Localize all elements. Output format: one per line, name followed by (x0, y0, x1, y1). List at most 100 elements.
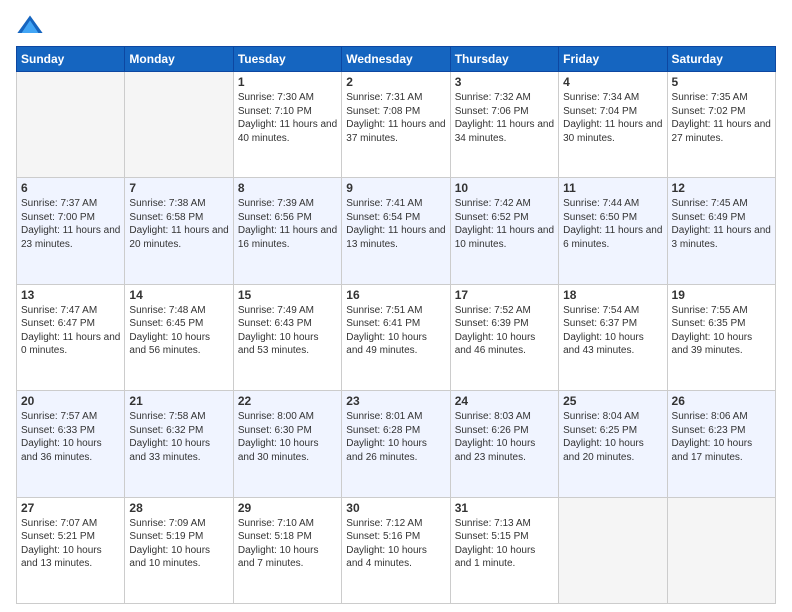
day-number: 2 (346, 75, 445, 89)
cell-text: Sunrise: 7:38 AM Sunset: 6:58 PM Dayligh… (129, 197, 228, 251)
calendar-cell: 11 Sunrise: 7:44 AM Sunset: 6:50 PM Dayli… (559, 178, 667, 284)
col-header-friday: Friday (559, 47, 667, 72)
day-number: 12 (672, 181, 771, 195)
calendar-cell: 3 Sunrise: 7:32 AM Sunset: 7:06 PM Daylig… (450, 72, 558, 178)
header (16, 12, 776, 40)
cell-text: Sunrise: 7:10 AM Sunset: 5:18 PM Dayligh… (238, 517, 337, 571)
calendar-cell: 28 Sunrise: 7:09 AM Sunset: 5:19 PM Dayli… (125, 497, 233, 603)
day-number: 25 (563, 394, 662, 408)
cell-text: Sunrise: 7:31 AM Sunset: 7:08 PM Dayligh… (346, 91, 445, 145)
col-header-tuesday: Tuesday (233, 47, 341, 72)
calendar-cell: 8Sunrise: 7:39 AM Sunset: 6:56 PM Daylig… (233, 178, 341, 284)
day-number: 18 (563, 288, 662, 302)
day-number: 7 (129, 181, 228, 195)
calendar-cell: 31 Sunrise: 7:13 AM Sunset: 5:15 PM Dayli… (450, 497, 558, 603)
cell-text: Sunrise: 7:32 AM Sunset: 7:06 PM Dayligh… (455, 91, 554, 145)
day-number: 9 (346, 181, 445, 195)
col-header-thursday: Thursday (450, 47, 558, 72)
calendar-cell: 12 Sunrise: 7:45 AM Sunset: 6:49 PM Dayli… (667, 178, 775, 284)
logo-icon (16, 12, 44, 40)
cell-text: Sunrise: 7:44 AM Sunset: 6:50 PM Dayligh… (563, 197, 662, 251)
calendar-cell: 22 Sunrise: 8:00 AM Sunset: 6:30 PM Dayli… (233, 391, 341, 497)
cell-text: Sunrise: 8:06 AM Sunset: 6:23 PM Dayligh… (672, 410, 771, 464)
day-number: 11 (563, 181, 662, 195)
calendar-cell: 18Sunrise: 7:54 AM Sunset: 6:37 PM Dayli… (559, 284, 667, 390)
cell-text: Sunrise: 7:12 AM Sunset: 5:16 PM Dayligh… (346, 517, 445, 571)
calendar-cell: 29 Sunrise: 7:10 AM Sunset: 5:18 PM Dayli… (233, 497, 341, 603)
cell-text: Sunrise: 8:00 AM Sunset: 6:30 PM Dayligh… (238, 410, 337, 464)
col-header-wednesday: Wednesday (342, 47, 450, 72)
day-number: 16 (346, 288, 445, 302)
calendar-cell: 17 Sunrise: 7:52 AM Sunset: 6:39 PM Dayli… (450, 284, 558, 390)
calendar-cell: 5 Sunrise: 7:35 AM Sunset: 7:02 PM Daylig… (667, 72, 775, 178)
calendar-cell: 13 Sunrise: 7:47 AM Sunset: 6:47 PM Dayli… (17, 284, 125, 390)
cell-text: Sunrise: 7:13 AM Sunset: 5:15 PM Dayligh… (455, 517, 554, 571)
cell-text: Sunrise: 7:49 AM Sunset: 6:43 PM Dayligh… (238, 304, 337, 358)
calendar-cell: 27 Sunrise: 7:07 AM Sunset: 5:21 PM Dayli… (17, 497, 125, 603)
day-number: 19 (672, 288, 771, 302)
cell-text: Sunrise: 7:47 AM Sunset: 6:47 PM Dayligh… (21, 304, 120, 358)
day-number: 3 (455, 75, 554, 89)
day-number: 28 (129, 501, 228, 515)
cell-text: Sunrise: 7:37 AM Sunset: 7:00 PM Dayligh… (21, 197, 120, 251)
cell-text: Sunrise: 7:35 AM Sunset: 7:02 PM Dayligh… (672, 91, 771, 145)
day-number: 27 (21, 501, 120, 515)
calendar-week-row: 27 Sunrise: 7:07 AM Sunset: 5:21 PM Dayli… (17, 497, 776, 603)
calendar-cell: 2 Sunrise: 7:31 AM Sunset: 7:08 PM Daylig… (342, 72, 450, 178)
col-header-saturday: Saturday (667, 47, 775, 72)
calendar-cell (667, 497, 775, 603)
calendar-week-row: 1 Sunrise: 7:30 AM Sunset: 7:10 PM Daylig… (17, 72, 776, 178)
cell-text: Sunrise: 7:41 AM Sunset: 6:54 PM Dayligh… (346, 197, 445, 251)
calendar-cell: 1 Sunrise: 7:30 AM Sunset: 7:10 PM Daylig… (233, 72, 341, 178)
day-number: 10 (455, 181, 554, 195)
cell-text: Sunrise: 7:07 AM Sunset: 5:21 PM Dayligh… (21, 517, 120, 571)
cell-text: Sunrise: 7:45 AM Sunset: 6:49 PM Dayligh… (672, 197, 771, 251)
calendar-cell (125, 72, 233, 178)
calendar-cell: 9 Sunrise: 7:41 AM Sunset: 6:54 PM Daylig… (342, 178, 450, 284)
cell-text: Sunrise: 8:01 AM Sunset: 6:28 PM Dayligh… (346, 410, 445, 464)
day-number: 26 (672, 394, 771, 408)
day-number: 5 (672, 75, 771, 89)
day-number: 23 (346, 394, 445, 408)
calendar-cell: 20 Sunrise: 7:57 AM Sunset: 6:33 PM Dayli… (17, 391, 125, 497)
day-number: 4 (563, 75, 662, 89)
calendar-cell: 7 Sunrise: 7:38 AM Sunset: 6:58 PM Daylig… (125, 178, 233, 284)
day-number: 15 (238, 288, 337, 302)
calendar-cell: 10Sunrise: 7:42 AM Sunset: 6:52 PM Dayli… (450, 178, 558, 284)
cell-text: Sunrise: 7:52 AM Sunset: 6:39 PM Dayligh… (455, 304, 554, 358)
calendar-cell (17, 72, 125, 178)
cell-text: Sunrise: 7:57 AM Sunset: 6:33 PM Dayligh… (21, 410, 120, 464)
day-number: 22 (238, 394, 337, 408)
calendar-cell: 19Sunrise: 7:55 AM Sunset: 6:35 PM Dayli… (667, 284, 775, 390)
day-number: 13 (21, 288, 120, 302)
day-number: 30 (346, 501, 445, 515)
day-number: 20 (21, 394, 120, 408)
day-number: 29 (238, 501, 337, 515)
day-number: 31 (455, 501, 554, 515)
cell-text: Sunrise: 7:51 AM Sunset: 6:41 PM Dayligh… (346, 304, 445, 358)
day-number: 14 (129, 288, 228, 302)
logo (16, 12, 48, 40)
col-header-monday: Monday (125, 47, 233, 72)
calendar-cell: 14 Sunrise: 7:48 AM Sunset: 6:45 PM Dayli… (125, 284, 233, 390)
cell-text: Sunrise: 7:09 AM Sunset: 5:19 PM Dayligh… (129, 517, 228, 571)
cell-text: Sunrise: 7:48 AM Sunset: 6:45 PM Dayligh… (129, 304, 228, 358)
day-number: 8 (238, 181, 337, 195)
day-number: 24 (455, 394, 554, 408)
cell-text: Sunrise: 7:58 AM Sunset: 6:32 PM Dayligh… (129, 410, 228, 464)
calendar-week-row: 13 Sunrise: 7:47 AM Sunset: 6:47 PM Dayli… (17, 284, 776, 390)
calendar-cell: 30 Sunrise: 7:12 AM Sunset: 5:16 PM Dayli… (342, 497, 450, 603)
cell-text: Sunrise: 7:34 AM Sunset: 7:04 PM Dayligh… (563, 91, 662, 145)
cell-text: Sunrise: 8:04 AM Sunset: 6:25 PM Dayligh… (563, 410, 662, 464)
calendar-cell: 23 Sunrise: 8:01 AM Sunset: 6:28 PM Dayli… (342, 391, 450, 497)
day-number: 21 (129, 394, 228, 408)
day-number: 17 (455, 288, 554, 302)
cell-text: Sunrise: 7:30 AM Sunset: 7:10 PM Dayligh… (238, 91, 337, 145)
cell-text: Sunrise: 8:03 AM Sunset: 6:26 PM Dayligh… (455, 410, 554, 464)
calendar-week-row: 20 Sunrise: 7:57 AM Sunset: 6:33 PM Dayli… (17, 391, 776, 497)
day-number: 1 (238, 75, 337, 89)
col-header-sunday: Sunday (17, 47, 125, 72)
calendar-cell (559, 497, 667, 603)
calendar-cell: 16 Sunrise: 7:51 AM Sunset: 6:41 PM Dayli… (342, 284, 450, 390)
calendar-header-row: SundayMondayTuesdayWednesdayThursdayFrid… (17, 47, 776, 72)
